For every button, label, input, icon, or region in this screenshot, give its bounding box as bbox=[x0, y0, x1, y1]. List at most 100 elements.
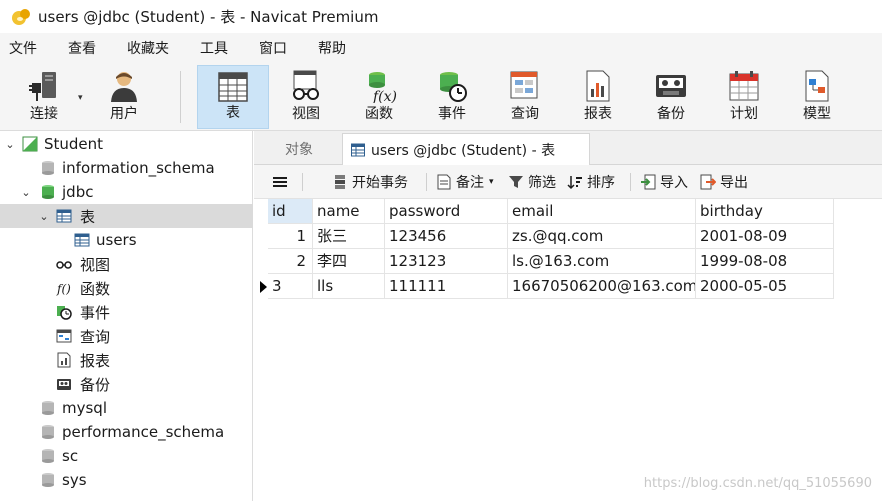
connection-button[interactable]: 连接 bbox=[8, 65, 80, 129]
query-button[interactable]: 查询 bbox=[489, 65, 561, 129]
model-icon bbox=[805, 70, 829, 102]
tree-connection-student[interactable]: ⌄ Student bbox=[0, 132, 253, 156]
tree-db-sc[interactable]: sc bbox=[0, 444, 253, 468]
cell-birthday[interactable]: 2000-05-05 bbox=[696, 274, 834, 299]
export-button[interactable]: 导出 bbox=[700, 172, 748, 192]
menu-bar: 文件 查看 收藏夹 工具 窗口 帮助 bbox=[0, 33, 882, 63]
model-button[interactable]: 模型 bbox=[781, 65, 853, 129]
table-button[interactable]: 表 bbox=[197, 65, 269, 129]
cell-name[interactable]: lls bbox=[313, 274, 385, 299]
menu-favorites[interactable]: 收藏夹 bbox=[127, 38, 169, 58]
cell-password[interactable]: 123123 bbox=[385, 249, 508, 274]
tree-label: information_schema bbox=[62, 159, 215, 177]
menu-help[interactable]: 帮助 bbox=[318, 38, 346, 58]
tab-users-table[interactable]: users @jdbc (Student) - 表 bbox=[342, 133, 590, 165]
sort-button[interactable]: 排序 bbox=[567, 172, 615, 192]
menu-window[interactable]: 窗口 bbox=[259, 38, 287, 58]
tree-label: mysql bbox=[62, 399, 107, 417]
user-button[interactable]: 用户 bbox=[88, 65, 160, 129]
tree-table-users[interactable]: users bbox=[0, 228, 253, 252]
tree-tables-folder[interactable]: ⌄ 表 bbox=[0, 204, 253, 228]
view-button[interactable]: 视图 bbox=[270, 65, 342, 129]
toolbar-separator bbox=[180, 71, 181, 123]
tree-queries-folder[interactable]: 查询 bbox=[0, 324, 253, 348]
report-icon bbox=[57, 352, 71, 368]
cell-email[interactable]: 16670506200@163.com bbox=[508, 274, 696, 299]
svg-text:f(x): f(x) bbox=[372, 89, 397, 103]
table-label: 表 bbox=[226, 105, 240, 121]
column-header-name[interactable]: name bbox=[313, 199, 385, 224]
cell-id[interactable]: 2 bbox=[268, 249, 313, 274]
menu-tools[interactable]: 工具 bbox=[200, 38, 228, 58]
tree-db-mysql[interactable]: mysql bbox=[0, 396, 253, 420]
import-label: 导入 bbox=[660, 175, 688, 191]
backup-button[interactable]: 备份 bbox=[635, 65, 707, 129]
window-title: users @jdbc (Student) - 表 - Navicat Prem… bbox=[38, 8, 379, 26]
tree-views-folder[interactable]: 视图 bbox=[0, 252, 253, 276]
filter-label: 筛选 bbox=[528, 175, 556, 191]
schedule-button[interactable]: 计划 bbox=[708, 65, 780, 129]
function-icon: f() bbox=[56, 282, 71, 296]
chevron-down-icon[interactable]: ⌄ bbox=[20, 186, 32, 199]
tree-label: sc bbox=[62, 447, 79, 465]
filter-button[interactable]: 筛选 bbox=[508, 172, 556, 192]
tree-db-information-schema[interactable]: information_schema bbox=[0, 156, 253, 180]
event-button[interactable]: 事件 bbox=[416, 65, 488, 129]
cell-birthday[interactable]: 2001-08-09 bbox=[696, 224, 834, 249]
begin-transaction-button[interactable]: 开始事务 bbox=[332, 172, 408, 192]
calendar-icon bbox=[729, 71, 759, 101]
comment-dropdown-caret-icon[interactable]: ▾ bbox=[489, 177, 494, 187]
column-header-email[interactable]: email bbox=[508, 199, 696, 224]
user-icon bbox=[111, 72, 137, 102]
cell-email[interactable]: zs.@qq.com bbox=[508, 224, 696, 249]
table-icon bbox=[56, 209, 72, 223]
cell-password[interactable]: 123456 bbox=[385, 224, 508, 249]
cell-id[interactable]: 3 bbox=[268, 274, 313, 299]
menu-button[interactable] bbox=[272, 172, 292, 192]
event-label: 事件 bbox=[438, 106, 466, 122]
title-bar: users @jdbc (Student) - 表 - Navicat Prem… bbox=[0, 0, 882, 33]
cell-email[interactable]: ls.@163.com bbox=[508, 249, 696, 274]
column-header-birthday[interactable]: birthday bbox=[696, 199, 834, 224]
tree-label: 视图 bbox=[80, 255, 111, 274]
connection-icon bbox=[22, 136, 38, 152]
chevron-down-icon[interactable]: ⌄ bbox=[38, 210, 50, 223]
tab-bar: 对象 users @jdbc (Student) - 表 bbox=[254, 131, 882, 165]
chevron-down-icon[interactable]: ⌄ bbox=[4, 138, 16, 151]
schedule-label: 计划 bbox=[730, 106, 758, 122]
cell-password[interactable]: 111111 bbox=[385, 274, 508, 299]
tree-db-performance-schema[interactable]: performance_schema bbox=[0, 420, 253, 444]
tree-backups-folder[interactable]: 备份 bbox=[0, 372, 253, 396]
import-icon bbox=[641, 174, 656, 190]
backup-icon bbox=[656, 75, 686, 97]
svg-text:f(): f() bbox=[56, 282, 71, 296]
cell-birthday[interactable]: 1999-08-08 bbox=[696, 249, 834, 274]
report-button[interactable]: 报表 bbox=[562, 65, 634, 129]
tab-objects-label: 对象 bbox=[285, 142, 313, 158]
tab-objects[interactable]: 对象 bbox=[258, 133, 340, 165]
tree-label: Student bbox=[44, 135, 104, 153]
tree-events-folder[interactable]: 事件 bbox=[0, 300, 253, 324]
export-icon bbox=[700, 174, 716, 190]
tree-db-jdbc[interactable]: ⌄ jdbc bbox=[0, 180, 253, 204]
tree-db-sys[interactable]: sys bbox=[0, 468, 253, 492]
function-button[interactable]: f(x) 函数 bbox=[343, 65, 415, 129]
cell-id[interactable]: 1 bbox=[268, 224, 313, 249]
hamburger-menu-icon bbox=[273, 177, 287, 187]
cell-name[interactable]: 张三 bbox=[313, 224, 385, 249]
menu-file[interactable]: 文件 bbox=[9, 38, 37, 58]
watermark: https://blog.csdn.net/qq_51055690 bbox=[643, 476, 872, 491]
comment-button[interactable]: 备注 ▾ bbox=[436, 172, 494, 192]
column-header-id[interactable]: id bbox=[268, 199, 313, 224]
cell-name[interactable]: 李四 bbox=[313, 249, 385, 274]
database-icon bbox=[42, 185, 54, 199]
tree-label: 查询 bbox=[80, 327, 111, 346]
menu-view[interactable]: 查看 bbox=[68, 38, 96, 58]
tree-reports-folder[interactable]: 报表 bbox=[0, 348, 253, 372]
toolbar-separator bbox=[426, 173, 427, 191]
import-button[interactable]: 导入 bbox=[640, 172, 688, 192]
tree-label: 备份 bbox=[80, 375, 111, 394]
column-header-password[interactable]: password bbox=[385, 199, 508, 224]
tree-functions-folder[interactable]: f() 函数 bbox=[0, 276, 253, 300]
connection-dropdown-caret-icon[interactable]: ▾ bbox=[78, 93, 83, 103]
